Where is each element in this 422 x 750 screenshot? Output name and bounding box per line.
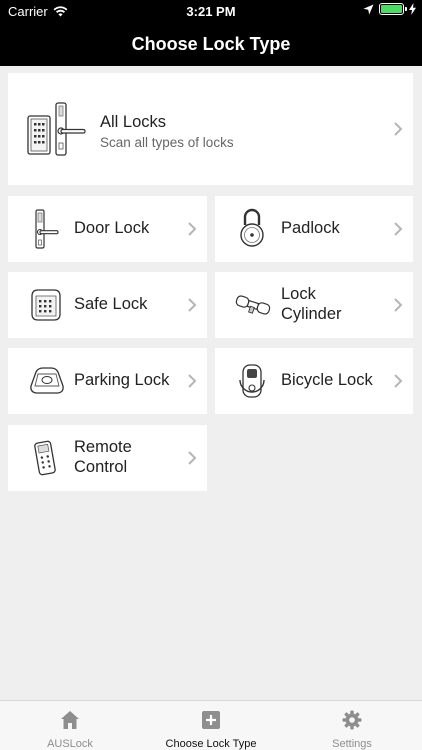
tab-choose-lock-type-label: Choose Lock Type	[165, 738, 257, 750]
door-lock-icon	[35, 209, 59, 249]
padlock-icon	[240, 208, 264, 247]
tab-choose-lock-type[interactable]: Choose Lock Type	[141, 701, 281, 750]
bicycle-lock-label: Bicycle Lock	[281, 371, 373, 390]
status-indicators	[363, 3, 416, 15]
all-locks-subtitle: Scan all types of locks	[100, 135, 234, 150]
chevron-right-icon	[188, 222, 197, 236]
remote-control-card[interactable]: Remote Control	[8, 425, 207, 491]
padlock-label: Padlock	[281, 219, 340, 238]
all-locks-text: All Locks Scan all types of locks	[100, 113, 234, 150]
door-lock-label: Door Lock	[74, 219, 150, 238]
bicycle-lock-card[interactable]: Bicycle Lock	[215, 348, 413, 414]
status-time: 3:21 PM	[186, 4, 236, 19]
chevron-right-icon	[188, 298, 197, 312]
chevron-right-icon	[394, 374, 403, 388]
parking-lock-label: Parking Lock	[74, 371, 170, 390]
chevron-right-icon	[394, 298, 403, 312]
chevron-right-icon	[188, 451, 197, 465]
tab-bar: AUSLock Choose Lock Type Settings	[0, 700, 422, 750]
home-icon	[61, 711, 79, 729]
all-locks-title: All Locks	[100, 113, 167, 131]
parking-lock-card[interactable]: Parking Lock	[8, 348, 207, 414]
all-locks-icon	[27, 102, 86, 156]
page-title: Choose Lock Type	[131, 33, 291, 54]
lock-cylinder-label: Lock Cylinder	[281, 285, 342, 323]
tab-settings[interactable]: Settings	[282, 701, 422, 750]
remote-control-icon	[34, 440, 56, 476]
padlock-card[interactable]: Padlock	[215, 196, 413, 262]
all-locks-card[interactable]: All Locks Scan all types of locks	[8, 73, 413, 185]
tab-auslock[interactable]: AUSLock	[0, 701, 140, 750]
parking-lock-icon	[30, 367, 64, 394]
safe-lock-label: Safe Lock	[74, 295, 148, 314]
status-bar: Carrier 3:21 PM	[0, 0, 422, 22]
chevron-right-icon	[394, 222, 403, 236]
lock-cylinder-icon	[235, 295, 271, 315]
location-arrow-icon	[363, 4, 374, 14]
bicycle-lock-icon	[239, 364, 265, 398]
chevron-right-icon	[188, 374, 197, 388]
battery-icon	[379, 3, 407, 15]
tab-auslock-label: AUSLock	[47, 738, 93, 750]
add-square-icon	[202, 711, 220, 729]
tab-settings-label: Settings	[332, 738, 372, 750]
safe-lock-icon	[31, 289, 61, 321]
charging-bolt-icon	[409, 3, 416, 15]
safe-lock-card[interactable]: Safe Lock	[8, 272, 207, 338]
chevron-right-icon	[394, 122, 403, 136]
lock-cylinder-card[interactable]: Lock Cylinder	[215, 272, 413, 338]
navigation-bar: Choose Lock Type	[0, 22, 422, 66]
gear-icon	[342, 710, 362, 730]
door-lock-card[interactable]: Door Lock	[8, 196, 207, 262]
remote-control-label: Remote Control	[74, 438, 132, 476]
